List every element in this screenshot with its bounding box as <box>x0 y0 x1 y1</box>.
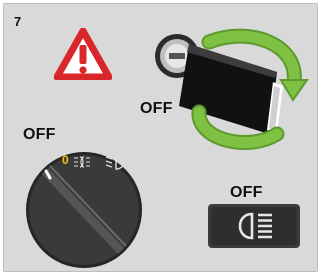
knob-position-zero: 0 <box>62 153 69 167</box>
key-off-label: OFF <box>140 100 173 117</box>
step-number: 7 <box>14 14 22 29</box>
headlight-button-icon <box>208 204 300 248</box>
instruction-panel: 7 OFF OFF 0 OFF <box>3 3 318 272</box>
knob-off-label: OFF <box>23 126 56 143</box>
button-off-label: OFF <box>230 184 263 201</box>
key-rotation-illustration <box>155 28 309 150</box>
warning-triangle-icon <box>54 28 112 80</box>
light-switch-knob <box>26 152 142 268</box>
